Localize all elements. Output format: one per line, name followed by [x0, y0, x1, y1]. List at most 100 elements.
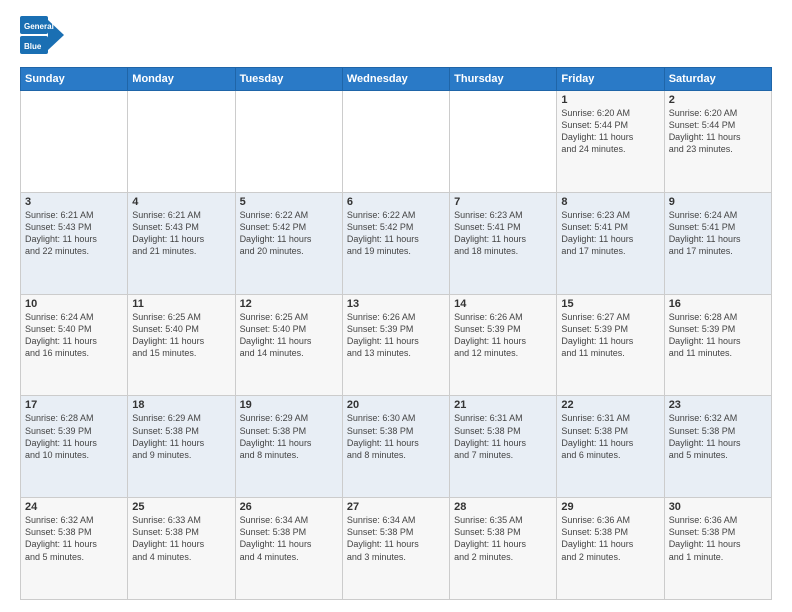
day-info: Sunrise: 6:31 AM Sunset: 5:38 PM Dayligh… — [561, 412, 659, 461]
page: General Blue SundayMondayTuesdayWednesda… — [0, 0, 792, 612]
day-cell: 29Sunrise: 6:36 AM Sunset: 5:38 PM Dayli… — [557, 498, 664, 600]
day-cell: 3Sunrise: 6:21 AM Sunset: 5:43 PM Daylig… — [21, 192, 128, 294]
day-cell: 24Sunrise: 6:32 AM Sunset: 5:38 PM Dayli… — [21, 498, 128, 600]
day-info: Sunrise: 6:20 AM Sunset: 5:44 PM Dayligh… — [561, 107, 659, 156]
day-cell: 12Sunrise: 6:25 AM Sunset: 5:40 PM Dayli… — [235, 294, 342, 396]
day-cell: 25Sunrise: 6:33 AM Sunset: 5:38 PM Dayli… — [128, 498, 235, 600]
day-cell: 21Sunrise: 6:31 AM Sunset: 5:38 PM Dayli… — [450, 396, 557, 498]
day-cell: 8Sunrise: 6:23 AM Sunset: 5:41 PM Daylig… — [557, 192, 664, 294]
day-number: 16 — [669, 298, 767, 310]
day-cell: 28Sunrise: 6:35 AM Sunset: 5:38 PM Dayli… — [450, 498, 557, 600]
calendar-header: SundayMondayTuesdayWednesdayThursdayFrid… — [21, 68, 772, 91]
logo-icon: General Blue — [20, 16, 64, 54]
day-number: 24 — [25, 501, 123, 513]
week-row-4: 17Sunrise: 6:28 AM Sunset: 5:39 PM Dayli… — [21, 396, 772, 498]
day-cell: 23Sunrise: 6:32 AM Sunset: 5:38 PM Dayli… — [664, 396, 771, 498]
day-cell: 9Sunrise: 6:24 AM Sunset: 5:41 PM Daylig… — [664, 192, 771, 294]
day-cell: 19Sunrise: 6:29 AM Sunset: 5:38 PM Dayli… — [235, 396, 342, 498]
logo: General Blue — [20, 16, 64, 59]
day-cell: 30Sunrise: 6:36 AM Sunset: 5:38 PM Dayli… — [664, 498, 771, 600]
calendar-body: 1Sunrise: 6:20 AM Sunset: 5:44 PM Daylig… — [21, 91, 772, 600]
day-cell: 1Sunrise: 6:20 AM Sunset: 5:44 PM Daylig… — [557, 91, 664, 193]
day-cell: 2Sunrise: 6:20 AM Sunset: 5:44 PM Daylig… — [664, 91, 771, 193]
day-number: 4 — [132, 196, 230, 208]
day-number: 29 — [561, 501, 659, 513]
day-info: Sunrise: 6:24 AM Sunset: 5:40 PM Dayligh… — [25, 311, 123, 360]
day-number: 9 — [669, 196, 767, 208]
day-number: 26 — [240, 501, 338, 513]
day-number: 7 — [454, 196, 552, 208]
day-cell — [450, 91, 557, 193]
day-cell: 22Sunrise: 6:31 AM Sunset: 5:38 PM Dayli… — [557, 396, 664, 498]
day-cell: 15Sunrise: 6:27 AM Sunset: 5:39 PM Dayli… — [557, 294, 664, 396]
day-number: 2 — [669, 94, 767, 106]
day-cell — [235, 91, 342, 193]
day-number: 5 — [240, 196, 338, 208]
day-cell — [21, 91, 128, 193]
day-cell: 10Sunrise: 6:24 AM Sunset: 5:40 PM Dayli… — [21, 294, 128, 396]
day-number: 15 — [561, 298, 659, 310]
day-info: Sunrise: 6:25 AM Sunset: 5:40 PM Dayligh… — [132, 311, 230, 360]
day-number: 10 — [25, 298, 123, 310]
day-cell: 4Sunrise: 6:21 AM Sunset: 5:43 PM Daylig… — [128, 192, 235, 294]
header: General Blue — [20, 16, 772, 59]
weekday-wednesday: Wednesday — [342, 68, 449, 91]
day-cell — [342, 91, 449, 193]
day-info: Sunrise: 6:28 AM Sunset: 5:39 PM Dayligh… — [669, 311, 767, 360]
day-number: 11 — [132, 298, 230, 310]
day-info: Sunrise: 6:30 AM Sunset: 5:38 PM Dayligh… — [347, 412, 445, 461]
day-cell: 14Sunrise: 6:26 AM Sunset: 5:39 PM Dayli… — [450, 294, 557, 396]
day-cell: 7Sunrise: 6:23 AM Sunset: 5:41 PM Daylig… — [450, 192, 557, 294]
day-cell: 16Sunrise: 6:28 AM Sunset: 5:39 PM Dayli… — [664, 294, 771, 396]
day-cell: 6Sunrise: 6:22 AM Sunset: 5:42 PM Daylig… — [342, 192, 449, 294]
day-info: Sunrise: 6:23 AM Sunset: 5:41 PM Dayligh… — [454, 209, 552, 258]
day-number: 20 — [347, 399, 445, 411]
day-number: 27 — [347, 501, 445, 513]
day-info: Sunrise: 6:25 AM Sunset: 5:40 PM Dayligh… — [240, 311, 338, 360]
weekday-header-row: SundayMondayTuesdayWednesdayThursdayFrid… — [21, 68, 772, 91]
day-number: 14 — [454, 298, 552, 310]
week-row-2: 3Sunrise: 6:21 AM Sunset: 5:43 PM Daylig… — [21, 192, 772, 294]
day-number: 19 — [240, 399, 338, 411]
week-row-1: 1Sunrise: 6:20 AM Sunset: 5:44 PM Daylig… — [21, 91, 772, 193]
svg-text:General: General — [24, 22, 54, 31]
day-info: Sunrise: 6:28 AM Sunset: 5:39 PM Dayligh… — [25, 412, 123, 461]
day-number: 8 — [561, 196, 659, 208]
day-number: 21 — [454, 399, 552, 411]
day-number: 25 — [132, 501, 230, 513]
day-number: 1 — [561, 94, 659, 106]
day-number: 12 — [240, 298, 338, 310]
day-info: Sunrise: 6:34 AM Sunset: 5:38 PM Dayligh… — [347, 514, 445, 563]
day-info: Sunrise: 6:32 AM Sunset: 5:38 PM Dayligh… — [669, 412, 767, 461]
day-info: Sunrise: 6:36 AM Sunset: 5:38 PM Dayligh… — [669, 514, 767, 563]
day-number: 17 — [25, 399, 123, 411]
day-number: 3 — [25, 196, 123, 208]
day-cell: 17Sunrise: 6:28 AM Sunset: 5:39 PM Dayli… — [21, 396, 128, 498]
weekday-thursday: Thursday — [450, 68, 557, 91]
day-info: Sunrise: 6:26 AM Sunset: 5:39 PM Dayligh… — [454, 311, 552, 360]
day-cell: 5Sunrise: 6:22 AM Sunset: 5:42 PM Daylig… — [235, 192, 342, 294]
day-info: Sunrise: 6:21 AM Sunset: 5:43 PM Dayligh… — [25, 209, 123, 258]
day-cell: 18Sunrise: 6:29 AM Sunset: 5:38 PM Dayli… — [128, 396, 235, 498]
day-info: Sunrise: 6:20 AM Sunset: 5:44 PM Dayligh… — [669, 107, 767, 156]
day-cell: 11Sunrise: 6:25 AM Sunset: 5:40 PM Dayli… — [128, 294, 235, 396]
day-info: Sunrise: 6:31 AM Sunset: 5:38 PM Dayligh… — [454, 412, 552, 461]
day-info: Sunrise: 6:23 AM Sunset: 5:41 PM Dayligh… — [561, 209, 659, 258]
day-number: 28 — [454, 501, 552, 513]
day-number: 18 — [132, 399, 230, 411]
day-number: 23 — [669, 399, 767, 411]
day-number: 30 — [669, 501, 767, 513]
day-cell: 26Sunrise: 6:34 AM Sunset: 5:38 PM Dayli… — [235, 498, 342, 600]
day-info: Sunrise: 6:29 AM Sunset: 5:38 PM Dayligh… — [132, 412, 230, 461]
day-info: Sunrise: 6:22 AM Sunset: 5:42 PM Dayligh… — [347, 209, 445, 258]
svg-text:Blue: Blue — [24, 42, 42, 51]
weekday-tuesday: Tuesday — [235, 68, 342, 91]
weekday-friday: Friday — [557, 68, 664, 91]
week-row-3: 10Sunrise: 6:24 AM Sunset: 5:40 PM Dayli… — [21, 294, 772, 396]
day-info: Sunrise: 6:22 AM Sunset: 5:42 PM Dayligh… — [240, 209, 338, 258]
day-cell: 20Sunrise: 6:30 AM Sunset: 5:38 PM Dayli… — [342, 396, 449, 498]
weekday-monday: Monday — [128, 68, 235, 91]
weekday-sunday: Sunday — [21, 68, 128, 91]
day-info: Sunrise: 6:36 AM Sunset: 5:38 PM Dayligh… — [561, 514, 659, 563]
day-info: Sunrise: 6:33 AM Sunset: 5:38 PM Dayligh… — [132, 514, 230, 563]
